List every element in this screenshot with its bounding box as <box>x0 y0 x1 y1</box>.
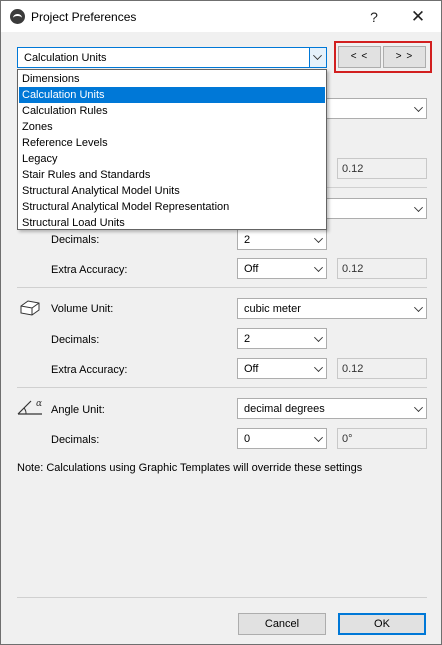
list-item[interactable]: Structural Analytical Model Representati… <box>19 199 325 215</box>
volume-unit-value: cubic meter <box>244 303 301 315</box>
chevron-down-icon <box>414 103 423 112</box>
list-item[interactable]: Structural Load Units <box>19 215 325 231</box>
app-icon <box>10 9 25 24</box>
title-bar: Project Preferences ? ✕ <box>1 1 441 32</box>
area-extra-accuracy-readout-value: 0.12 <box>342 263 364 275</box>
area-decimals-value: 2 <box>244 234 251 246</box>
angle-decimals-label: Decimals: <box>51 434 100 446</box>
angle-icon: α <box>17 399 42 415</box>
window-title: Project Preferences <box>31 10 137 24</box>
previous-page-button[interactable]: < < <box>338 46 381 68</box>
list-item[interactable]: Legacy <box>19 151 325 167</box>
area-extra-accuracy-dropdown[interactable]: Off <box>237 258 327 279</box>
angle-readout-value: 0° <box>342 433 353 445</box>
override-note: Note: Calculations using Graphic Templat… <box>17 462 363 474</box>
list-item[interactable]: Calculation Rules <box>19 103 325 119</box>
angle-decimals-value: 0 <box>244 433 251 445</box>
list-item[interactable]: Dimensions <box>19 71 325 87</box>
volume-decimals-label: Decimals: <box>51 334 100 346</box>
chevron-down-icon <box>414 203 423 212</box>
footer-separator <box>17 597 427 598</box>
obscured-readout: 0.12 <box>337 158 427 179</box>
help-button[interactable]: ? <box>357 5 391 29</box>
chevron-down-icon <box>313 51 322 60</box>
cancel-button[interactable]: Cancel <box>238 613 326 635</box>
separator <box>17 387 427 388</box>
chevron-down-icon <box>314 263 323 272</box>
angle-readout: 0° <box>337 428 427 449</box>
chevron-down-icon <box>314 333 323 342</box>
volume-decimals-value: 2 <box>244 333 251 345</box>
area-decimals-dropdown[interactable]: 2 <box>237 229 327 250</box>
volume-unit-dropdown[interactable]: cubic meter <box>237 298 427 319</box>
list-item[interactable]: Zones <box>19 119 325 135</box>
chevron-down-icon <box>314 433 323 442</box>
chevron-down-icon <box>314 234 323 243</box>
page-selector-list: Dimensions Calculation Units Calculation… <box>17 69 327 230</box>
area-extra-accuracy-value: Off <box>244 263 259 275</box>
angle-unit-value: decimal degrees <box>244 403 325 415</box>
page-selector-value: Calculation Units <box>24 52 107 64</box>
page-selector-arrow-button[interactable] <box>309 48 326 67</box>
volume-decimals-dropdown[interactable]: 2 <box>237 328 327 349</box>
angle-decimals-dropdown[interactable]: 0 <box>237 428 327 449</box>
volume-icon <box>20 300 40 316</box>
chevron-down-icon <box>314 363 323 372</box>
list-item[interactable]: Stair Rules and Standards <box>19 167 325 183</box>
angle-unit-dropdown[interactable]: decimal degrees <box>237 398 427 419</box>
area-extra-accuracy-readout: 0.12 <box>337 258 427 279</box>
svg-text:α: α <box>36 399 42 409</box>
obscured-readout-value: 0.12 <box>342 163 364 175</box>
separator <box>17 287 427 288</box>
list-item-selected[interactable]: Calculation Units <box>19 87 325 103</box>
volume-extra-accuracy-label: Extra Accuracy: <box>51 364 128 376</box>
volume-extra-accuracy-dropdown[interactable]: Off <box>237 358 327 379</box>
page-selector-dropdown[interactable]: Calculation Units <box>17 47 327 68</box>
ok-button[interactable]: OK <box>338 613 426 635</box>
area-decimals-label: Decimals: <box>51 234 100 246</box>
area-extra-accuracy-label: Extra Accuracy: <box>51 264 128 276</box>
next-page-button[interactable]: > > <box>383 46 426 68</box>
volume-extra-accuracy-readout-value: 0.12 <box>342 363 364 375</box>
volume-unit-label: Volume Unit: <box>51 303 114 315</box>
volume-extra-accuracy-readout: 0.12 <box>337 358 427 379</box>
list-item[interactable]: Reference Levels <box>19 135 325 151</box>
volume-extra-accuracy-value: Off <box>244 363 259 375</box>
chevron-down-icon <box>414 403 423 412</box>
project-preferences-dialog: Project Preferences ? ✕ Calculation Unit… <box>0 0 442 645</box>
close-button[interactable]: ✕ <box>401 5 435 29</box>
list-item[interactable]: Structural Analytical Model Units <box>19 183 325 199</box>
angle-unit-label: Angle Unit: <box>51 404 105 416</box>
chevron-down-icon <box>414 303 423 312</box>
